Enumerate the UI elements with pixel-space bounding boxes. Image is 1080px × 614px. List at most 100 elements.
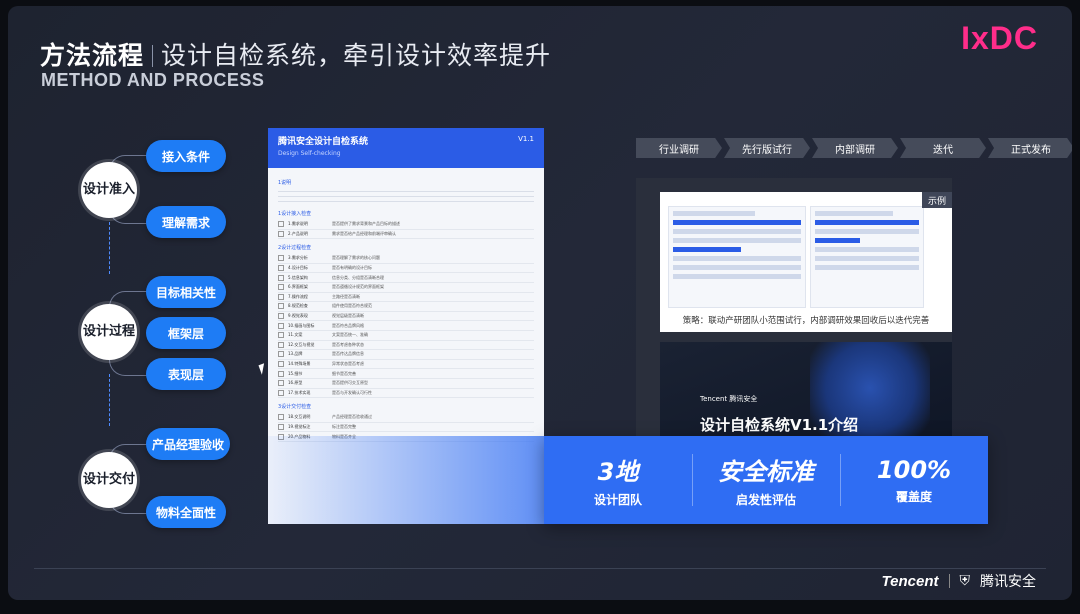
title-sub: 设计自检系统，牵引设计效率提升 <box>161 41 552 70</box>
check-item-name: 17.技术实现 <box>288 389 311 395</box>
example-caption: 策略：联动产研团队小范围试行，内部调研效果回收后以迭代完善 <box>682 316 930 326</box>
document-header: 腾讯安全设计自检系统 Design Self-checking V1.1 <box>268 128 544 168</box>
document-check-row: 14.特殊场景 异常状态是否考虑 <box>278 360 534 370</box>
document-subtitle: Design Self-checking <box>278 150 341 157</box>
checkbox[interactable] <box>278 389 284 396</box>
checkbox[interactable] <box>278 414 284 421</box>
document-check-row: 5.信息架构 信息分类、分组是否清晰合理 <box>278 273 534 283</box>
pill-presentation-layer: 表现层 <box>146 358 226 390</box>
checkbox[interactable] <box>278 380 284 387</box>
checkbox[interactable] <box>278 423 284 430</box>
check-item-name: 12.交互与视觉 <box>288 341 315 347</box>
document-check-row: 19.视觉标注 标注是否完整 <box>278 423 534 433</box>
footer-separator <box>948 574 950 588</box>
check-item-name: 11.文案 <box>288 332 303 338</box>
checkbox[interactable] <box>278 293 284 300</box>
page-title: 方法流程 设计自检系统，牵引设计效率提升 <box>40 36 551 72</box>
check-item-desc: 是否考虑各种状态 <box>332 341 364 347</box>
example-screenshot: 示例 策略：联动产研团队小范围试行，内部调研效果回收后以迭代完善 <box>660 192 952 332</box>
check-item-name: 15.细节 <box>288 370 303 376</box>
pill-pm-acceptance: 产品经理验收 <box>146 428 230 460</box>
process-steps: 行业调研 先行版试行 内部调研 迭代 正式发布 <box>636 138 1072 158</box>
check-item-desc: 产品经理是否验收通过 <box>332 414 372 420</box>
check-item-desc: 信息分类、分组是否清晰合理 <box>332 274 384 280</box>
document-fade-overlay <box>268 436 544 524</box>
check-item-desc: 需求是否给产品经理和前端评审确认 <box>332 230 396 236</box>
check-item-desc: 是否理解了需求的核心问题 <box>332 255 380 261</box>
document-check-row: 10.插画与图标 是否符合品牌风格 <box>278 321 534 331</box>
title-divider <box>152 45 154 67</box>
checkbox[interactable] <box>278 361 284 368</box>
document-intro-heading: 1说明 <box>278 180 292 186</box>
check-item-desc: 异常状态是否考虑 <box>332 361 364 367</box>
stage-circle-entry: 设计准入 <box>81 162 137 218</box>
dashed-link-2 <box>109 374 110 426</box>
pill-material-completeness: 物料全面性 <box>146 496 226 528</box>
check-item-desc: 是否提供可交互原型 <box>332 380 368 386</box>
check-item-desc: 标注是否完整 <box>332 423 356 429</box>
document-check-row: 18.交互说明 产品经理是否验收通过 <box>278 413 534 423</box>
stat-standard: 安全标准 启发性评估 <box>692 436 840 524</box>
check-item-name: 6.界面框架 <box>288 284 308 290</box>
check-item-name: 13.品牌 <box>288 351 303 357</box>
footer: Tencent ⛨ 腾讯安全 <box>882 571 1036 591</box>
shield-small-icon: ⛨ <box>959 573 971 589</box>
pill-goal-relevance: 目标相关性 <box>146 276 226 308</box>
mouse-cursor-icon <box>258 363 268 375</box>
check-item-name: 2.产品说明 <box>288 230 308 236</box>
footer-product: 腾讯安全 <box>980 574 1036 590</box>
checkbox[interactable] <box>278 221 284 228</box>
check-item-name: 16.原型 <box>288 380 303 386</box>
check-item-desc: 视觉层级是否清晰 <box>332 313 364 319</box>
pill-understand-requirements: 理解需求 <box>146 206 226 238</box>
example-tag: 示例 <box>922 192 952 208</box>
stat-label: 设计团队 <box>593 493 642 507</box>
footer-divider <box>34 568 1046 569</box>
checkbox[interactable] <box>278 351 284 358</box>
document-check-row: 12.交互与视觉 是否考虑各种状态 <box>278 341 534 351</box>
stat-teams: 3地 设计团队 <box>544 436 692 524</box>
check-item-desc: 是否提供了需求背景和产品目标的描述 <box>332 221 400 227</box>
check-item-name: 5.信息架构 <box>288 274 308 280</box>
checkbox[interactable] <box>278 341 284 348</box>
document-check-row: 13.品牌 是否传达品牌信息 <box>278 350 534 360</box>
check-item-name: 8.规范检查 <box>288 303 308 309</box>
document-check-row: 6.界面框架 是否遵循设计规范的界面框架 <box>278 283 534 293</box>
checkbox[interactable] <box>278 255 284 262</box>
stat-value: 3地 <box>597 458 639 486</box>
pill-access-conditions: 接入条件 <box>146 140 226 172</box>
intro-video-card: Tencent 腾讯安全 设计自检系统V1.1介绍 <box>660 342 952 442</box>
check-item-desc: 是否与开发确认可行性 <box>332 389 372 395</box>
check-item-name: 7.操作流程 <box>288 293 308 299</box>
document-check-row: 2.产品说明 需求是否给产品经理和前端评审确认 <box>278 230 534 240</box>
document-check-row: 16.原型 是否提供可交互原型 <box>278 379 534 389</box>
checkbox[interactable] <box>278 230 284 237</box>
check-item-name: 19.视觉标注 <box>288 423 311 429</box>
pill-framework-layer: 框架层 <box>146 317 226 349</box>
document-body: 1说明 1设计接入检查 1.需求说明 是否提供了需求背景和产品目标的描述 2.产品说明… <box>268 168 544 448</box>
checkbox[interactable] <box>278 274 284 281</box>
check-item-desc: 细节是否完善 <box>332 370 356 376</box>
step-pilot: 先行版试行 <box>724 138 810 158</box>
stat-label: 覆盖度 <box>895 489 932 504</box>
check-item-desc: 组件使用是否符合规范 <box>332 303 372 309</box>
checkbox[interactable] <box>278 313 284 320</box>
document-section-heading: 2设计过程检查 <box>278 245 312 252</box>
document-section-heading: 3设计交付检查 <box>278 404 312 411</box>
checkbox[interactable] <box>278 322 284 329</box>
document-check-row: 3.需求分析 是否理解了需求的核心问题 <box>278 254 534 264</box>
intro-title: 设计自检系统V1.1介绍 <box>700 416 859 434</box>
stage-circle-delivery: 设计交付 <box>81 452 137 508</box>
document-check-row: 1.需求说明 是否提供了需求背景和产品目标的描述 <box>278 220 534 230</box>
stat-value: 安全标准 <box>718 458 814 486</box>
checkbox[interactable] <box>278 332 284 339</box>
document-check-row: 7.操作流程 主路径是否清晰 <box>278 293 534 303</box>
checkbox[interactable] <box>278 284 284 291</box>
check-item-desc: 是否遵循设计规范的界面框架 <box>332 284 384 290</box>
step-industry-research: 行业调研 <box>636 138 722 158</box>
stat-value: 100% <box>876 455 952 484</box>
tencent-logo: Tencent <box>881 572 939 590</box>
checkbox[interactable] <box>278 265 284 272</box>
checkbox[interactable] <box>278 370 284 377</box>
checkbox[interactable] <box>278 303 284 310</box>
